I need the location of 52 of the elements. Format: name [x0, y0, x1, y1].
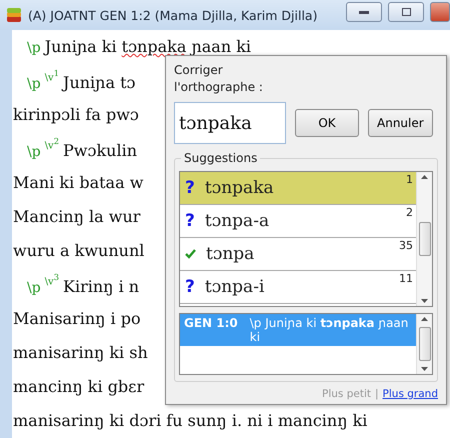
word-field[interactable]: tɔnpaka — [174, 102, 286, 144]
usage-count: 1 — [406, 173, 413, 186]
dialog-label: Corriger l'orthographe : — [174, 62, 264, 96]
verse-text: wuru a kwununl — [13, 240, 144, 262]
usage-count: 35 — [399, 239, 413, 252]
scroll-up-icon[interactable] — [421, 317, 428, 321]
suggestion-item[interactable]: ? tɔnpa-a 2 — [180, 205, 416, 238]
verse-marker: \v$^{2}$ — [44, 135, 60, 154]
question-icon: ? — [185, 211, 195, 231]
larger-link[interactable]: Plus grand — [382, 388, 438, 400]
window-title: (A) JOATNT GEN 1:2 (Mama Djilla, Karim Djilla) — [28, 8, 318, 22]
verse-text: manisarinŋ ki dɔri fu sunŋ i. ni i mancinŋ ki — [13, 410, 368, 432]
verse-text: mancinŋ ki gbɛr — [13, 376, 144, 398]
separator: | — [375, 388, 379, 400]
ok-button[interactable]: OK — [295, 109, 359, 137]
suggestion-item[interactable]: tɔnpa 35 — [180, 238, 416, 271]
question-icon: ? — [185, 178, 195, 198]
scroll-down-icon[interactable] — [421, 367, 428, 371]
usage-count: 2 — [406, 206, 413, 219]
verse-text: Mani ki bataa w — [13, 172, 144, 194]
verse-text: Juniɲa tɔ — [63, 72, 136, 94]
paragraph-marker: \p — [27, 279, 41, 298]
question-icon: ? — [185, 277, 195, 297]
app-icon — [6, 7, 22, 23]
scroll-thumb[interactable] — [418, 222, 430, 256]
scroll-down-icon[interactable] — [421, 299, 428, 303]
scrollbar[interactable] — [416, 172, 432, 306]
verse-text: Manisarinŋ i po — [13, 308, 141, 330]
cancel-button[interactable]: Annuler — [368, 109, 433, 137]
usage-count: 11 — [399, 272, 413, 285]
verse-text: Pwɔkulin — [63, 140, 137, 162]
suggestion-item[interactable]: ? tɔnpa-i 11 — [180, 271, 416, 304]
minimize-button[interactable] — [346, 2, 382, 22]
verse-text: Juniɲa ki tɔnpaka ɲaan ki — [44, 36, 252, 58]
maximize-icon — [402, 8, 410, 16]
verse-text: kirinpɔli fa pwɔ — [13, 104, 139, 126]
paragraph-marker: \p — [27, 75, 41, 94]
maximize-button[interactable] — [388, 2, 424, 22]
verse-text: manisarinŋ ki sh — [13, 342, 148, 364]
minimize-icon — [359, 10, 369, 14]
verse-marker: \v$^{3}$ — [44, 271, 60, 290]
suggestion-item[interactable]: ? tɔnpaka 1 — [180, 172, 416, 205]
group-title: Suggestions — [181, 151, 260, 165]
verse-text: Mancinŋ la wur — [13, 206, 140, 228]
paragraph-marker: \p — [27, 39, 41, 58]
scrollbar[interactable] — [416, 314, 432, 374]
check-icon — [185, 249, 196, 259]
scroll-thumb[interactable] — [418, 327, 430, 361]
verse-text: Kirinŋ i n — [63, 276, 140, 298]
verse-marker: \v$^{1}$ — [44, 67, 60, 86]
scroll-up-icon[interactable] — [421, 175, 428, 179]
paragraph-marker: \p — [27, 143, 41, 162]
